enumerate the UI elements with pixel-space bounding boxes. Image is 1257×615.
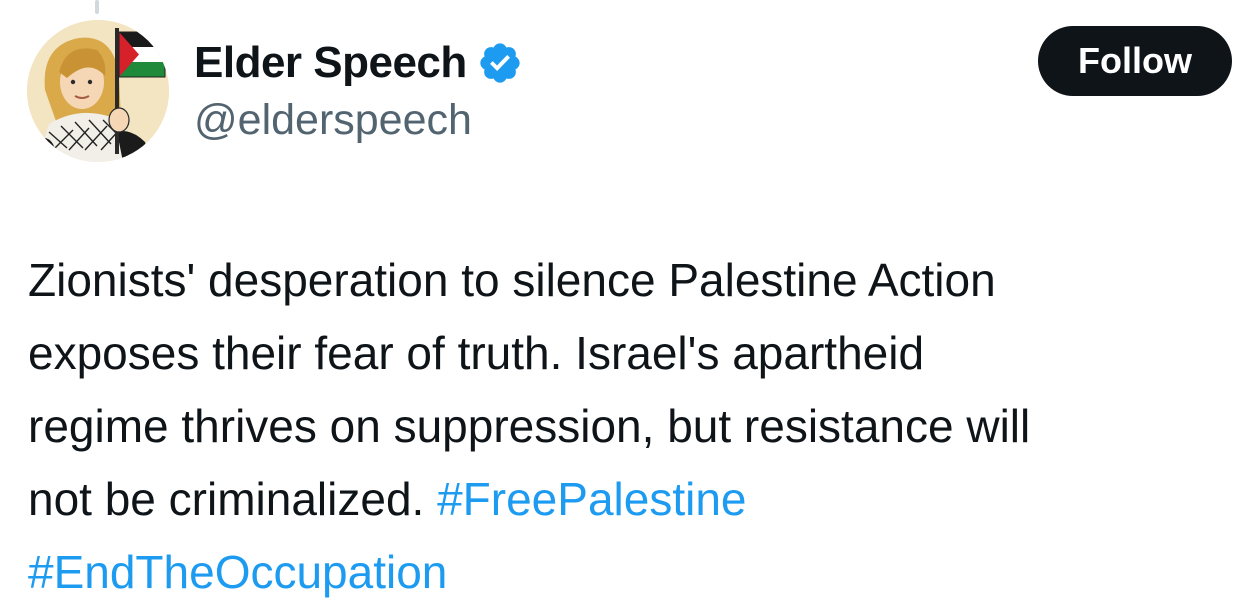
avatar[interactable] <box>27 20 169 162</box>
follow-button[interactable]: Follow <box>1038 26 1232 96</box>
tweet-text-line: Zionists' desperation to silence Palesti… <box>28 254 996 306</box>
tweet-text-line: regime thrives on suppression, but resis… <box>28 400 1031 452</box>
avatar-illustration <box>27 20 169 162</box>
verified-badge-icon <box>477 40 523 86</box>
hashtag-link-endtheoccupation[interactable]: #EndTheOccupation <box>28 546 447 598</box>
author-handle[interactable]: @elderspeech <box>194 96 472 145</box>
author-name-row: Elder Speech <box>194 38 523 88</box>
display-name[interactable]: Elder Speech <box>194 38 467 88</box>
tweet-text-segment: not be criminalized. <box>28 473 425 525</box>
hashtag-link-freepalestine[interactable]: #FreePalestine <box>437 473 746 525</box>
tweet-text: Zionists' desperation to silence Palesti… <box>28 244 1238 609</box>
thread-connector-line <box>95 0 99 14</box>
tweet-text-line: exposes their fear of truth. Israel's ap… <box>28 327 925 379</box>
tweet-text-line: not be criminalized. #FreePalestine <box>28 463 1238 536</box>
tweet-text-line: #EndTheOccupation <box>28 536 1238 609</box>
